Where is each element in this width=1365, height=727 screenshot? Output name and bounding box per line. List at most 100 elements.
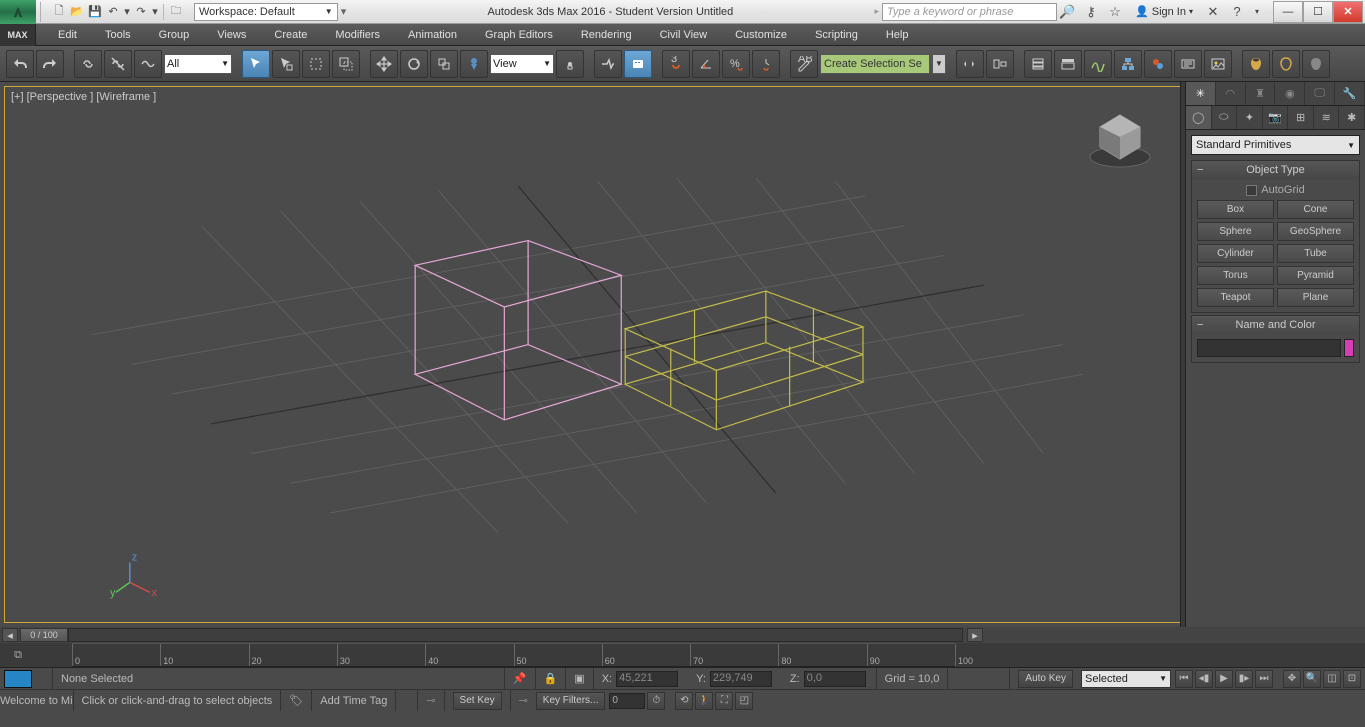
- menu-grapheditors[interactable]: Graph Editors: [471, 24, 567, 46]
- infocenter-search[interactable]: Type a keyword or phrase: [882, 3, 1057, 21]
- curve-editor-button[interactable]: [1084, 50, 1112, 78]
- torus-button[interactable]: Torus: [1197, 266, 1274, 285]
- category-dropdown[interactable]: Standard Primitives ▼: [1191, 135, 1360, 155]
- menu-animation[interactable]: Animation: [394, 24, 471, 46]
- spacewarps-subtab[interactable]: ≋: [1314, 106, 1340, 129]
- display-tab[interactable]: 🖵: [1305, 82, 1335, 105]
- rollout-header-object-type[interactable]: −Object Type: [1192, 161, 1359, 179]
- edit-named-selection-button[interactable]: ABC: [790, 50, 818, 78]
- rendered-frame-button[interactable]: [1204, 50, 1232, 78]
- sphere-button[interactable]: Sphere: [1197, 222, 1274, 241]
- helpers-subtab[interactable]: ⊞: [1288, 106, 1314, 129]
- slider-prev-button[interactable]: ◂: [2, 628, 18, 642]
- window-crossing-button[interactable]: [332, 50, 360, 78]
- undo-icon[interactable]: ↶: [105, 4, 121, 20]
- exchange-apps-icon[interactable]: ✕: [1203, 2, 1223, 22]
- selection-filter-dropdown[interactable]: All▼: [164, 54, 232, 74]
- signin-button[interactable]: 👤 Sign In ▾: [1129, 5, 1199, 18]
- render-setup-button[interactable]: [1174, 50, 1202, 78]
- nav-maxviewport-button[interactable]: ⛶: [715, 692, 733, 710]
- search-submit-icon[interactable]: 🔎: [1057, 2, 1077, 22]
- lights-subtab[interactable]: ✦: [1237, 106, 1263, 129]
- minimize-button[interactable]: —: [1273, 1, 1303, 23]
- help-dropdown-icon[interactable]: ▾: [1251, 2, 1263, 22]
- goto-start-button[interactable]: ⏮: [1175, 670, 1193, 688]
- render-iterative-button[interactable]: [1272, 50, 1300, 78]
- move-button[interactable]: [370, 50, 398, 78]
- project-folder-icon[interactable]: 🗀: [168, 4, 184, 20]
- exchange-icon[interactable]: ☆: [1105, 2, 1125, 22]
- cone-button[interactable]: Cone: [1277, 200, 1354, 219]
- cameras-subtab[interactable]: 📷: [1263, 106, 1289, 129]
- utilities-tab[interactable]: 🔧: [1335, 82, 1365, 105]
- pivot-center-button[interactable]: [556, 50, 584, 78]
- object-color-swatch[interactable]: [1344, 339, 1354, 357]
- trackbar-toggle-icon[interactable]: ⧉: [0, 643, 36, 667]
- named-selection-dropdown-icon[interactable]: ▼: [932, 54, 946, 74]
- plane-button[interactable]: Plane: [1277, 288, 1354, 307]
- motion-tab[interactable]: ◉: [1275, 82, 1305, 105]
- render-production-button[interactable]: [1242, 50, 1270, 78]
- spinner-snap-button[interactable]: [752, 50, 780, 78]
- box-button[interactable]: Box: [1197, 200, 1274, 219]
- subscription-icon[interactable]: ⚷: [1081, 2, 1101, 22]
- select-region-button[interactable]: [302, 50, 330, 78]
- placement-button[interactable]: [460, 50, 488, 78]
- redo-icon[interactable]: ↷: [133, 4, 149, 20]
- toggle-ribbon-button[interactable]: [1054, 50, 1082, 78]
- pyramid-button[interactable]: Pyramid: [1277, 266, 1354, 285]
- panel-scrollbar[interactable]: [1180, 82, 1185, 627]
- time-slider-track[interactable]: [68, 628, 963, 642]
- time-slider-knob[interactable]: 0 / 100: [20, 628, 68, 642]
- menu-customize[interactable]: Customize: [721, 24, 801, 46]
- render-activeshade-button[interactable]: [1302, 50, 1330, 78]
- key-target-icon[interactable]: ⊸: [510, 690, 536, 711]
- coord-y-input[interactable]: 229,749: [710, 671, 772, 687]
- coord-z-input[interactable]: 0,0: [804, 671, 866, 687]
- scale-button[interactable]: [430, 50, 458, 78]
- app-menu[interactable]: MAX: [0, 24, 36, 46]
- snap-toggle-button[interactable]: 3: [662, 50, 690, 78]
- nav-zoomall-button[interactable]: ⊡: [1343, 670, 1361, 688]
- redo-button[interactable]: [36, 50, 64, 78]
- time-config-button[interactable]: ⏱: [647, 692, 665, 710]
- rollout-header-name-color[interactable]: −Name and Color: [1192, 316, 1359, 334]
- menu-civilview[interactable]: Civil View: [646, 24, 721, 46]
- prev-frame-button[interactable]: ◂▮: [1195, 670, 1213, 688]
- menu-help[interactable]: Help: [872, 24, 923, 46]
- teapot-button[interactable]: Teapot: [1197, 288, 1274, 307]
- layer-explorer-button[interactable]: [1024, 50, 1052, 78]
- menu-scripting[interactable]: Scripting: [801, 24, 872, 46]
- modify-tab[interactable]: ◠: [1216, 82, 1246, 105]
- refcoord-dropdown[interactable]: View▼: [490, 54, 554, 74]
- save-icon[interactable]: 💾: [87, 4, 103, 20]
- select-object-button[interactable]: [242, 50, 270, 78]
- nav-zoomregion-button[interactable]: ◰: [735, 692, 753, 710]
- manipulate-button[interactable]: [594, 50, 622, 78]
- workspace-selector[interactable]: Workspace: Default ▼: [194, 3, 338, 21]
- undo-button[interactable]: [6, 50, 34, 78]
- nav-pan-button[interactable]: ✥: [1283, 670, 1301, 688]
- align-button[interactable]: [986, 50, 1014, 78]
- nav-zoom-button[interactable]: 🔍: [1303, 670, 1321, 688]
- named-selection-input[interactable]: Create Selection Se: [820, 54, 930, 74]
- object-name-input[interactable]: [1197, 339, 1341, 357]
- shapes-subtab[interactable]: ⬭: [1212, 106, 1238, 129]
- nav-walk-button[interactable]: 🚶: [695, 692, 713, 710]
- next-frame-button[interactable]: ▮▸: [1235, 670, 1253, 688]
- hierarchy-tab[interactable]: ♜: [1246, 82, 1276, 105]
- percent-snap-button[interactable]: %: [722, 50, 750, 78]
- viewcube[interactable]: [1084, 101, 1156, 173]
- unlink-button[interactable]: [104, 50, 132, 78]
- create-tab[interactable]: ✳: [1186, 82, 1216, 105]
- autokey-button[interactable]: Auto Key: [1009, 668, 1081, 689]
- new-icon[interactable]: 🗋: [51, 4, 67, 20]
- link-button[interactable]: [74, 50, 102, 78]
- key-mode-icon[interactable]: ⊸: [417, 690, 443, 711]
- geometry-subtab[interactable]: ◯: [1186, 106, 1212, 129]
- select-by-name-button[interactable]: [272, 50, 300, 78]
- time-tag-icon[interactable]: 🏷: [280, 690, 311, 711]
- keyboard-shortcut-button[interactable]: [624, 50, 652, 78]
- menu-modifiers[interactable]: Modifiers: [321, 24, 394, 46]
- schematic-view-button[interactable]: [1114, 50, 1142, 78]
